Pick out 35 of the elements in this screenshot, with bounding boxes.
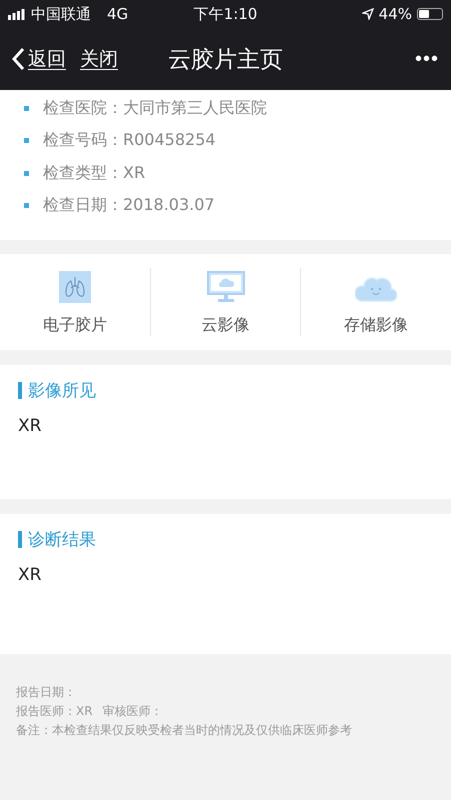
bullet-icon <box>24 203 29 208</box>
exam-info-text: 检查医院：大同市第三人民医院 <box>43 98 267 119</box>
close-link[interactable]: 关闭 <box>80 46 118 72</box>
accent-bar <box>18 382 22 399</box>
exam-info-text: 检查日期：2018.03.07 <box>43 195 215 216</box>
back-chevron-icon <box>12 47 25 71</box>
signal-icon <box>8 8 25 20</box>
lungs-icon <box>58 271 91 303</box>
accent-bar <box>18 531 22 548</box>
monitor-cloud-icon <box>206 271 244 303</box>
section-body: XR <box>18 565 42 585</box>
exam-info-text: 检查类型：XR <box>43 162 146 184</box>
section-body: XR <box>18 416 42 436</box>
battery-percent: 44% <box>378 5 412 23</box>
tile-label[interactable]: 云影像 <box>202 315 250 336</box>
location-arrow-icon <box>362 8 374 20</box>
exam-info-text: 检查号码：R00458254 <box>43 130 216 152</box>
bullet-icon <box>24 138 29 144</box>
bullet-icon <box>24 106 29 111</box>
bullet-icon <box>24 170 29 176</box>
back-link[interactable]: 返回 <box>12 46 66 72</box>
footer-note: 备注：本检查结果仅反映受检者当时的情况及仅供临床医师参考 <box>16 722 352 739</box>
page-title: 云胶片主页 <box>168 46 283 72</box>
tile-label[interactable]: 存储影像 <box>344 315 408 336</box>
footer-note: 报告医师：XR <box>16 703 93 720</box>
footer-note: 报告日期： <box>16 684 76 701</box>
battery-icon <box>417 8 443 20</box>
tile-label[interactable]: 电子胶片 <box>42 315 107 336</box>
clock-time: 下午1:10 <box>194 4 258 22</box>
section-heading: 影像所见 <box>28 380 96 402</box>
carrier-name: 中国联通 <box>31 4 91 24</box>
network-type: 4G <box>107 5 128 23</box>
more-button[interactable]: ••• <box>414 48 439 70</box>
footer-note: 审核医师： <box>102 703 163 720</box>
section-heading: 诊断结果 <box>28 529 96 551</box>
